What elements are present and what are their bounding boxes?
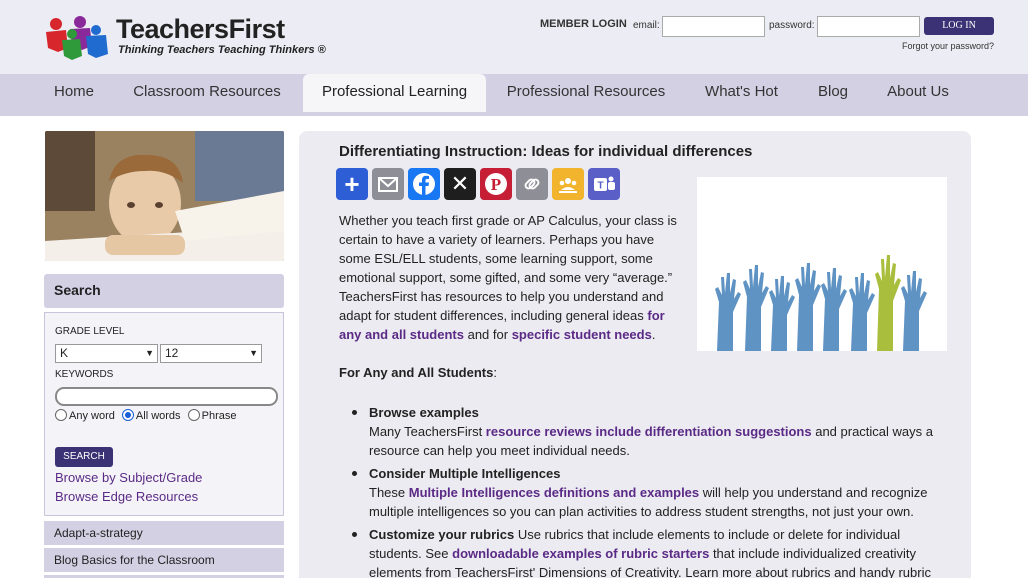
nav-item-about-us[interactable]: About Us: [876, 74, 960, 116]
grade-level-label: GRADE LEVEL: [55, 326, 125, 337]
search-button[interactable]: SEARCH: [55, 447, 113, 467]
google-classroom-icon[interactable]: [552, 168, 584, 200]
grade-from-select[interactable]: K ▼: [55, 344, 158, 363]
radio-phrase-label: Phrase: [201, 410, 237, 422]
browse-subject-grade-link[interactable]: Browse by Subject/Grade: [55, 470, 202, 485]
main-content: Differentiating Instruction: Ideas for i…: [299, 131, 971, 578]
chevron-down-icon: ▼: [145, 348, 154, 358]
browse-edge-resources-link[interactable]: Browse Edge Resources: [55, 489, 198, 504]
password-label: password:: [769, 20, 815, 31]
email-icon[interactable]: [372, 168, 404, 200]
logo-title: TeachersFirst: [116, 14, 285, 44]
radio-any-word-label: Any word: [69, 410, 115, 422]
chevron-down-icon: ▼: [249, 348, 258, 358]
intro-text: Whether you teach first grade or AP Calc…: [339, 213, 677, 323]
list-item-text: These: [369, 485, 409, 500]
match-mode-radios: Any word All words Phrase: [55, 409, 236, 422]
intro-paragraph: Whether you teach first grade or AP Calc…: [339, 211, 684, 344]
svg-text:P: P: [491, 175, 501, 194]
list-item: Browse examples Many TeachersFirst resou…: [339, 403, 949, 460]
grade-to-select[interactable]: 12 ▼: [160, 344, 262, 363]
puzzle-people-logo-icon: [46, 16, 108, 60]
teams-icon[interactable]: T: [588, 168, 620, 200]
grade-to-value: 12: [165, 346, 179, 360]
site-logo[interactable]: TeachersFirst Thinking Teachers Teaching…: [38, 12, 326, 62]
nav-item-professional-learning[interactable]: Professional Learning: [303, 74, 486, 112]
link-rubric-starters[interactable]: downloadable examples of rubric starters: [452, 546, 709, 561]
sidebar-link-adapt-a-strategy[interactable]: Adapt-a-strategy: [44, 521, 284, 545]
link-multiple-intelligences[interactable]: Multiple Intelligences definitions and e…: [409, 485, 699, 500]
email-field[interactable]: [662, 16, 765, 37]
nav-item-classroom-resources[interactable]: Classroom Resources: [122, 74, 292, 116]
password-field[interactable]: [817, 16, 920, 37]
login-title: MEMBER LOGIN: [540, 18, 627, 30]
radio-phrase[interactable]: [187, 409, 200, 421]
link-resource-reviews[interactable]: resource reviews include differentiation…: [486, 424, 812, 439]
site-header: TeachersFirst Thinking Teachers Teaching…: [0, 0, 1028, 74]
nav-item-home[interactable]: Home: [40, 74, 108, 116]
member-login-form: MEMBER LOGIN email: password: LOG IN For…: [540, 14, 1000, 54]
nav-item-blog[interactable]: Blog: [808, 74, 858, 116]
section-heading-text: For Any and All Students: [339, 365, 494, 380]
list-item-heading: Browse examples: [369, 405, 479, 420]
list-item: Consider Multiple Intelligences These Mu…: [339, 464, 949, 521]
forgot-password-link[interactable]: Forgot your password?: [902, 41, 994, 51]
search-panel: GRADE LEVEL K ▼ 12 ▼ KEYWORDS Any word A…: [44, 312, 284, 516]
grade-from-value: K: [60, 346, 69, 360]
raised-hands-illustration: [697, 177, 947, 351]
nav-item-whats-hot[interactable]: What's Hot: [694, 74, 789, 116]
nav-item-professional-resources[interactable]: Professional Resources: [497, 74, 675, 116]
sidebar-link-blog-basics[interactable]: Blog Basics for the Classroom: [44, 548, 284, 572]
search-panel-title: Search: [54, 282, 101, 298]
keywords-label: KEYWORDS: [55, 369, 114, 380]
radio-all-words[interactable]: [121, 409, 134, 421]
list-item-heading: Customize your rubrics: [369, 527, 515, 542]
main-nav: Home Classroom Resources Professional Le…: [0, 74, 1028, 116]
intro-end: .: [651, 327, 656, 342]
intro-and: and for: [463, 327, 512, 342]
boy-reading-photo: [45, 131, 284, 261]
page-title: Differentiating Instruction: Ideas for i…: [339, 143, 753, 160]
keywords-input[interactable]: [55, 387, 278, 406]
email-label: email:: [633, 20, 660, 31]
copy-link-icon[interactable]: [516, 168, 548, 200]
list-item-heading: Consider Multiple Intelligences: [369, 466, 561, 481]
pinterest-icon[interactable]: P: [480, 168, 512, 200]
logo-tagline: Thinking Teachers Teaching Thinkers ®: [118, 44, 326, 56]
list-item-text: Many TeachersFirst: [369, 424, 486, 439]
raised-hands-icon: [715, 255, 927, 351]
boy-reading-image-icon: [45, 131, 284, 261]
list-item: Customize your rubrics Use rubrics that …: [339, 525, 949, 578]
search-panel-header: Search: [44, 274, 284, 308]
login-button[interactable]: LOG IN: [924, 17, 994, 35]
radio-any-word[interactable]: [55, 409, 67, 421]
radio-all-words-label: All words: [135, 410, 181, 422]
svg-text:T: T: [597, 181, 603, 192]
section-heading-colon: :: [493, 365, 497, 380]
x-icon[interactable]: ✕: [444, 168, 476, 200]
facebook-icon[interactable]: [408, 168, 440, 200]
section-heading: For Any and All Students:: [339, 365, 497, 380]
link-specific-student-needs[interactable]: specific student needs: [512, 327, 652, 342]
tips-list: Browse examples Many TeachersFirst resou…: [339, 403, 949, 578]
plus-icon[interactable]: +: [336, 168, 368, 200]
